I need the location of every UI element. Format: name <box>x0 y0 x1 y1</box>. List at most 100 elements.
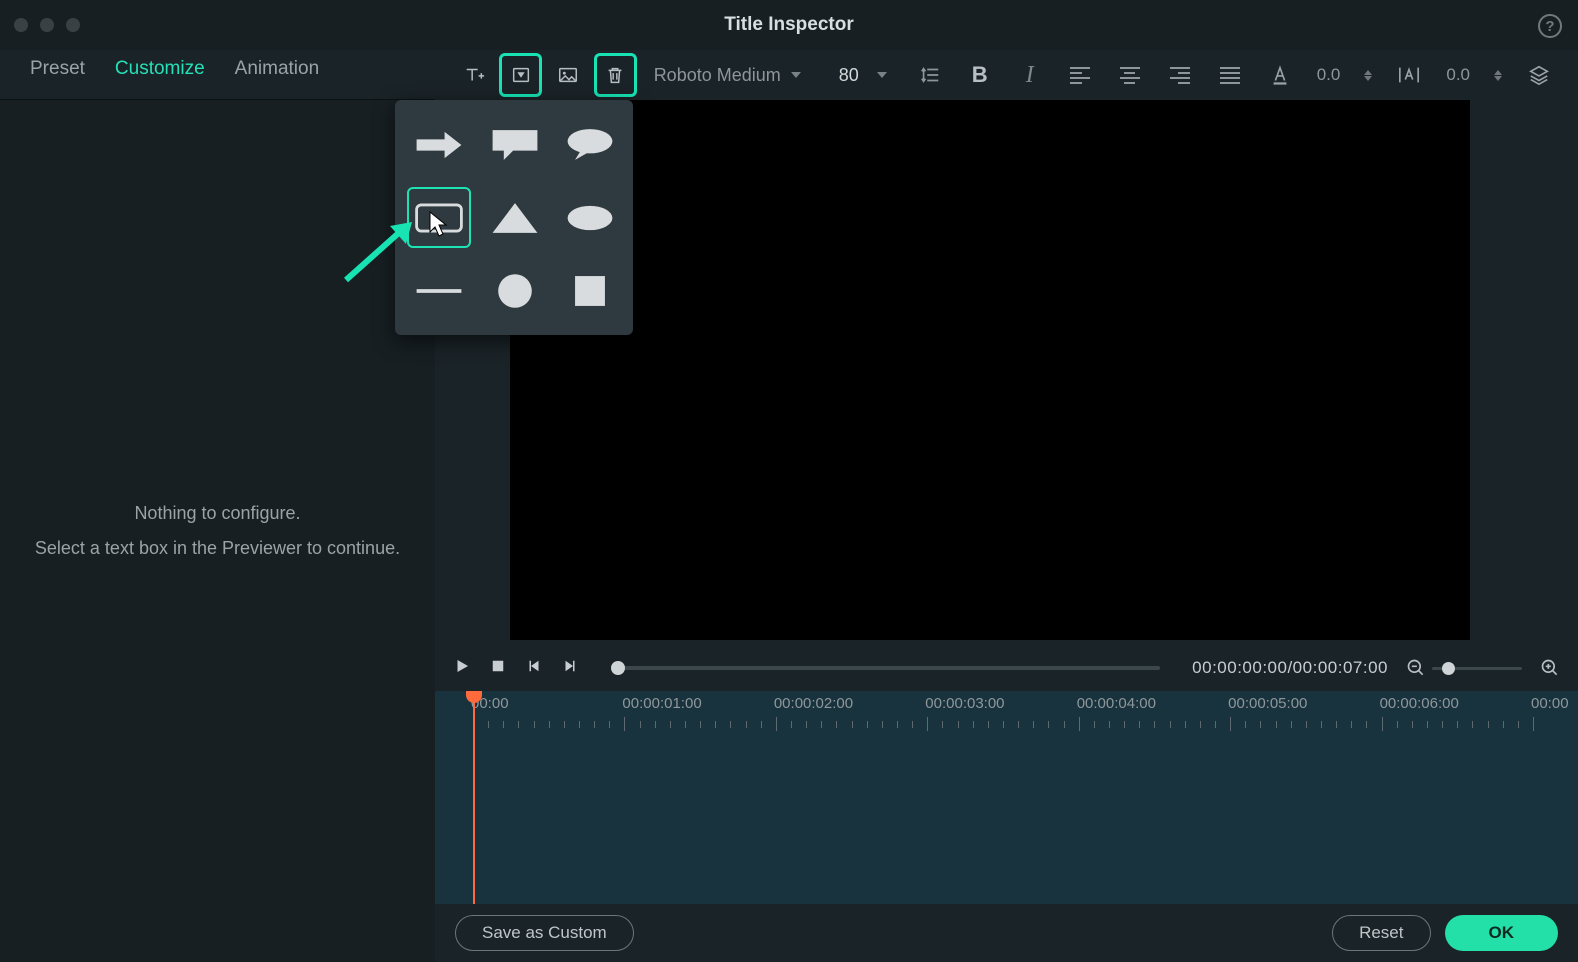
shape-triangle[interactable] <box>483 187 546 248</box>
align-justify-button[interactable] <box>1217 67 1243 84</box>
time-ruler[interactable]: 00:00 00:00:01:00 00:00:02:00 00:00:03:00 00… <box>435 691 1578 737</box>
titlebar: Title Inspector ? <box>0 0 1578 50</box>
tick <box>1064 721 1065 728</box>
help-icon[interactable]: ? <box>1538 14 1562 38</box>
window-controls <box>14 18 80 32</box>
line-height-button[interactable] <box>917 64 943 86</box>
tick <box>897 721 898 728</box>
text-color-button[interactable] <box>1267 64 1293 86</box>
delete-button[interactable] <box>597 56 634 94</box>
time-label: 00:00:04:00 <box>1077 695 1156 712</box>
timeline[interactable]: 00:00 00:00:01:00 00:00:02:00 00:00:03:00 00… <box>435 691 1578 904</box>
tick <box>1382 717 1383 731</box>
add-shape-button[interactable] <box>502 56 539 94</box>
tick <box>1245 721 1246 728</box>
tick <box>1321 721 1322 728</box>
zoom-window-icon[interactable] <box>66 18 80 32</box>
main: Nothing to configure. Select a text box … <box>0 100 1578 962</box>
align-right-button[interactable] <box>1167 67 1193 84</box>
tick <box>1336 721 1337 728</box>
tick <box>624 717 625 731</box>
tick <box>1351 721 1352 728</box>
chevron-down-icon <box>877 72 887 78</box>
ok-button[interactable]: OK <box>1445 915 1559 951</box>
left-panel-message-1: Nothing to configure. <box>134 503 300 524</box>
font-size-select[interactable]: 80 <box>829 65 897 86</box>
chevron-down-icon <box>791 72 801 78</box>
line-height-stepper[interactable] <box>1364 70 1372 81</box>
tick <box>806 721 807 728</box>
tick <box>942 721 943 728</box>
scrub-handle[interactable] <box>611 661 625 675</box>
time-label: 00:00:01:00 <box>622 695 701 712</box>
bold-button[interactable]: B <box>967 62 993 88</box>
tick <box>1048 721 1049 728</box>
tick <box>1018 721 1019 728</box>
add-image-button[interactable] <box>549 56 586 94</box>
shape-circle[interactable] <box>483 260 546 321</box>
tick <box>1079 717 1080 731</box>
tick <box>1427 721 1428 728</box>
playhead[interactable] <box>473 691 475 904</box>
letter-spacing-button[interactable] <box>1396 64 1422 86</box>
align-center-button[interactable] <box>1117 67 1143 84</box>
tab-preset[interactable]: Preset <box>30 58 85 92</box>
time-label: 00:00:03:00 <box>925 695 1004 712</box>
tick <box>776 717 777 731</box>
zoom-slider-handle[interactable] <box>1442 662 1455 675</box>
zoom-out-icon[interactable] <box>1406 658 1426 678</box>
cursor-icon <box>428 210 450 238</box>
font-size-value: 80 <box>839 65 859 86</box>
add-text-button[interactable] <box>455 56 492 94</box>
time-label: 00:00:05:00 <box>1228 695 1307 712</box>
shape-speech-rect[interactable] <box>483 114 546 175</box>
font-family-value: Roboto Medium <box>654 65 781 86</box>
play-button[interactable] <box>453 657 471 680</box>
layers-button[interactable] <box>1526 64 1552 86</box>
tick <box>1518 721 1519 728</box>
zoom-in-icon[interactable] <box>1540 658 1560 678</box>
left-panel-message-2: Select a text box in the Previewer to co… <box>35 538 400 559</box>
tick <box>715 721 716 728</box>
letter-spacing-stepper[interactable] <box>1494 70 1502 81</box>
zoom-slider[interactable] <box>1432 667 1522 670</box>
font-family-select[interactable]: Roboto Medium <box>644 65 819 86</box>
tick <box>1276 721 1277 728</box>
preview-canvas[interactable] <box>510 100 1470 640</box>
shape-arrow-right[interactable] <box>407 114 471 175</box>
italic-button[interactable]: I <box>1017 62 1043 89</box>
time-label: 00:00 <box>1531 695 1569 712</box>
tick <box>1412 721 1413 728</box>
line-height-value: 0.0 <box>1317 65 1341 85</box>
shape-speech-oval[interactable] <box>558 114 621 175</box>
tick <box>867 721 868 728</box>
tick <box>1260 721 1261 728</box>
tick <box>852 721 853 728</box>
reset-button[interactable]: Reset <box>1332 915 1430 951</box>
tick <box>791 721 792 728</box>
stop-button[interactable] <box>489 657 507 680</box>
shape-square[interactable] <box>558 260 621 321</box>
letter-spacing-value: 0.0 <box>1446 65 1470 85</box>
shape-ellipse[interactable] <box>558 187 621 248</box>
tab-animation[interactable]: Animation <box>235 58 320 92</box>
tick <box>594 721 595 728</box>
tick <box>579 721 580 728</box>
prev-frame-button[interactable] <box>525 657 543 680</box>
tick <box>1185 721 1186 728</box>
tick <box>534 721 535 728</box>
tick <box>1200 721 1201 728</box>
close-window-icon[interactable] <box>14 18 28 32</box>
tab-customize[interactable]: Customize <box>115 58 205 106</box>
next-frame-button[interactable] <box>561 657 579 680</box>
save-as-custom-button[interactable]: Save as Custom <box>455 915 634 951</box>
tick <box>503 721 504 728</box>
scrub-track[interactable] <box>611 666 1160 670</box>
tick <box>1291 721 1292 728</box>
align-left-button[interactable] <box>1067 67 1093 84</box>
bottom-bar: Save as Custom Reset OK <box>435 904 1578 962</box>
time-label: 00:00:02:00 <box>774 695 853 712</box>
tick <box>1533 717 1534 731</box>
tick <box>1442 721 1443 728</box>
minimize-window-icon[interactable] <box>40 18 54 32</box>
